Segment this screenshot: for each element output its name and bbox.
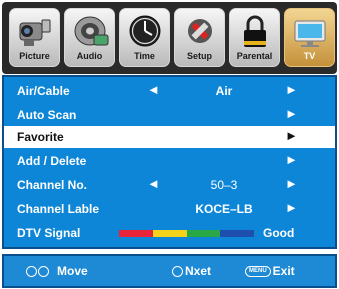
menu-item-label: Channel No.: [17, 178, 88, 192]
menu-item-label: Add / Delete: [17, 154, 87, 168]
menu-item-value: Air: [215, 84, 233, 98]
menu-item-channel-label[interactable]: Channel Lable KOCE–LB ►: [4, 198, 335, 220]
menu-tab-bar: Picture Audio Time Setup Parental TV: [2, 2, 337, 74]
hint-label: Move: [57, 264, 88, 278]
right-arrow-icon[interactable]: ►: [285, 200, 298, 215]
menu-item-label: Auto Scan: [17, 108, 77, 122]
right-arrow-icon[interactable]: ►: [285, 106, 298, 121]
speaker-icon: [74, 16, 109, 46]
right-arrow-icon[interactable]: ►: [285, 82, 298, 97]
clock-icon: [129, 15, 161, 47]
menu-item-label: Air/Cable: [17, 84, 70, 98]
key-hint-bar: Move Nxet MENU Exit: [2, 254, 337, 288]
tab-tv[interactable]: TV: [284, 8, 335, 67]
tab-time[interactable]: Time: [119, 8, 170, 67]
menu-key-icon: MENU: [245, 265, 271, 277]
signal-segment: [186, 230, 221, 237]
left-arrow-icon[interactable]: ◄: [147, 82, 160, 97]
hint-next: Nxet: [172, 264, 211, 278]
hint-move: Move: [26, 264, 88, 278]
hint-exit: MENU Exit: [245, 264, 295, 278]
tab-label: Audio: [76, 51, 103, 61]
menu-item-favorite[interactable]: Favorite ►: [4, 126, 335, 148]
tab-label: Time: [134, 51, 155, 61]
signal-segment: [119, 230, 153, 237]
ok-key-icon: [172, 265, 183, 277]
menu-item-air-cable[interactable]: Air/Cable ◄ Air ►: [4, 80, 335, 102]
tab-picture[interactable]: Picture: [9, 8, 60, 67]
tab-label: Parental: [236, 51, 273, 61]
menu-item-label: Favorite: [17, 130, 64, 144]
signal-segment: [152, 230, 187, 237]
right-arrow-icon[interactable]: ►: [285, 128, 298, 143]
menu-item-value: KOCE–LB: [195, 202, 253, 216]
up-key-icon: [26, 265, 37, 277]
menu-item-dtv-signal: DTV Signal Good: [4, 222, 335, 244]
tab-label: Setup: [186, 51, 212, 61]
camcorder-icon: [19, 19, 51, 46]
hint-label: Exit: [272, 264, 295, 278]
left-arrow-icon[interactable]: ◄: [147, 176, 160, 191]
menu-item-label: Channel Lable: [17, 202, 100, 216]
right-arrow-icon[interactable]: ►: [285, 176, 298, 191]
tab-audio[interactable]: Audio: [64, 8, 115, 67]
tv-settings-screen: Picture Audio Time Setup Parental TV Air…: [0, 0, 339, 289]
signal-segment: [220, 230, 254, 237]
right-arrow-icon[interactable]: ►: [285, 152, 298, 167]
down-key-icon: [38, 265, 49, 277]
hint-label: Nxet: [185, 264, 212, 278]
signal-strength-bar: [119, 230, 254, 237]
tab-setup[interactable]: Setup: [174, 8, 225, 67]
lock-icon: [244, 15, 266, 47]
menu-item-add-delete[interactable]: Add / Delete ►: [4, 150, 335, 172]
menu-item-auto-scan[interactable]: Auto Scan ►: [4, 104, 335, 126]
wrench-icon: [188, 19, 212, 43]
tab-parental[interactable]: Parental: [229, 8, 280, 67]
tv-icon: [294, 20, 326, 47]
menu-item-label: DTV Signal: [17, 226, 81, 240]
menu-item-value: 50–3: [210, 178, 238, 192]
tab-label: TV: [303, 51, 316, 61]
menu-item-channel-no[interactable]: Channel No. ◄ 50–3 ►: [4, 174, 335, 196]
signal-status: Good: [263, 226, 295, 240]
tv-menu-panel: Air/Cable ◄ Air ► Auto Scan ► Favorite ►…: [2, 75, 337, 249]
tab-label: Picture: [19, 51, 50, 61]
